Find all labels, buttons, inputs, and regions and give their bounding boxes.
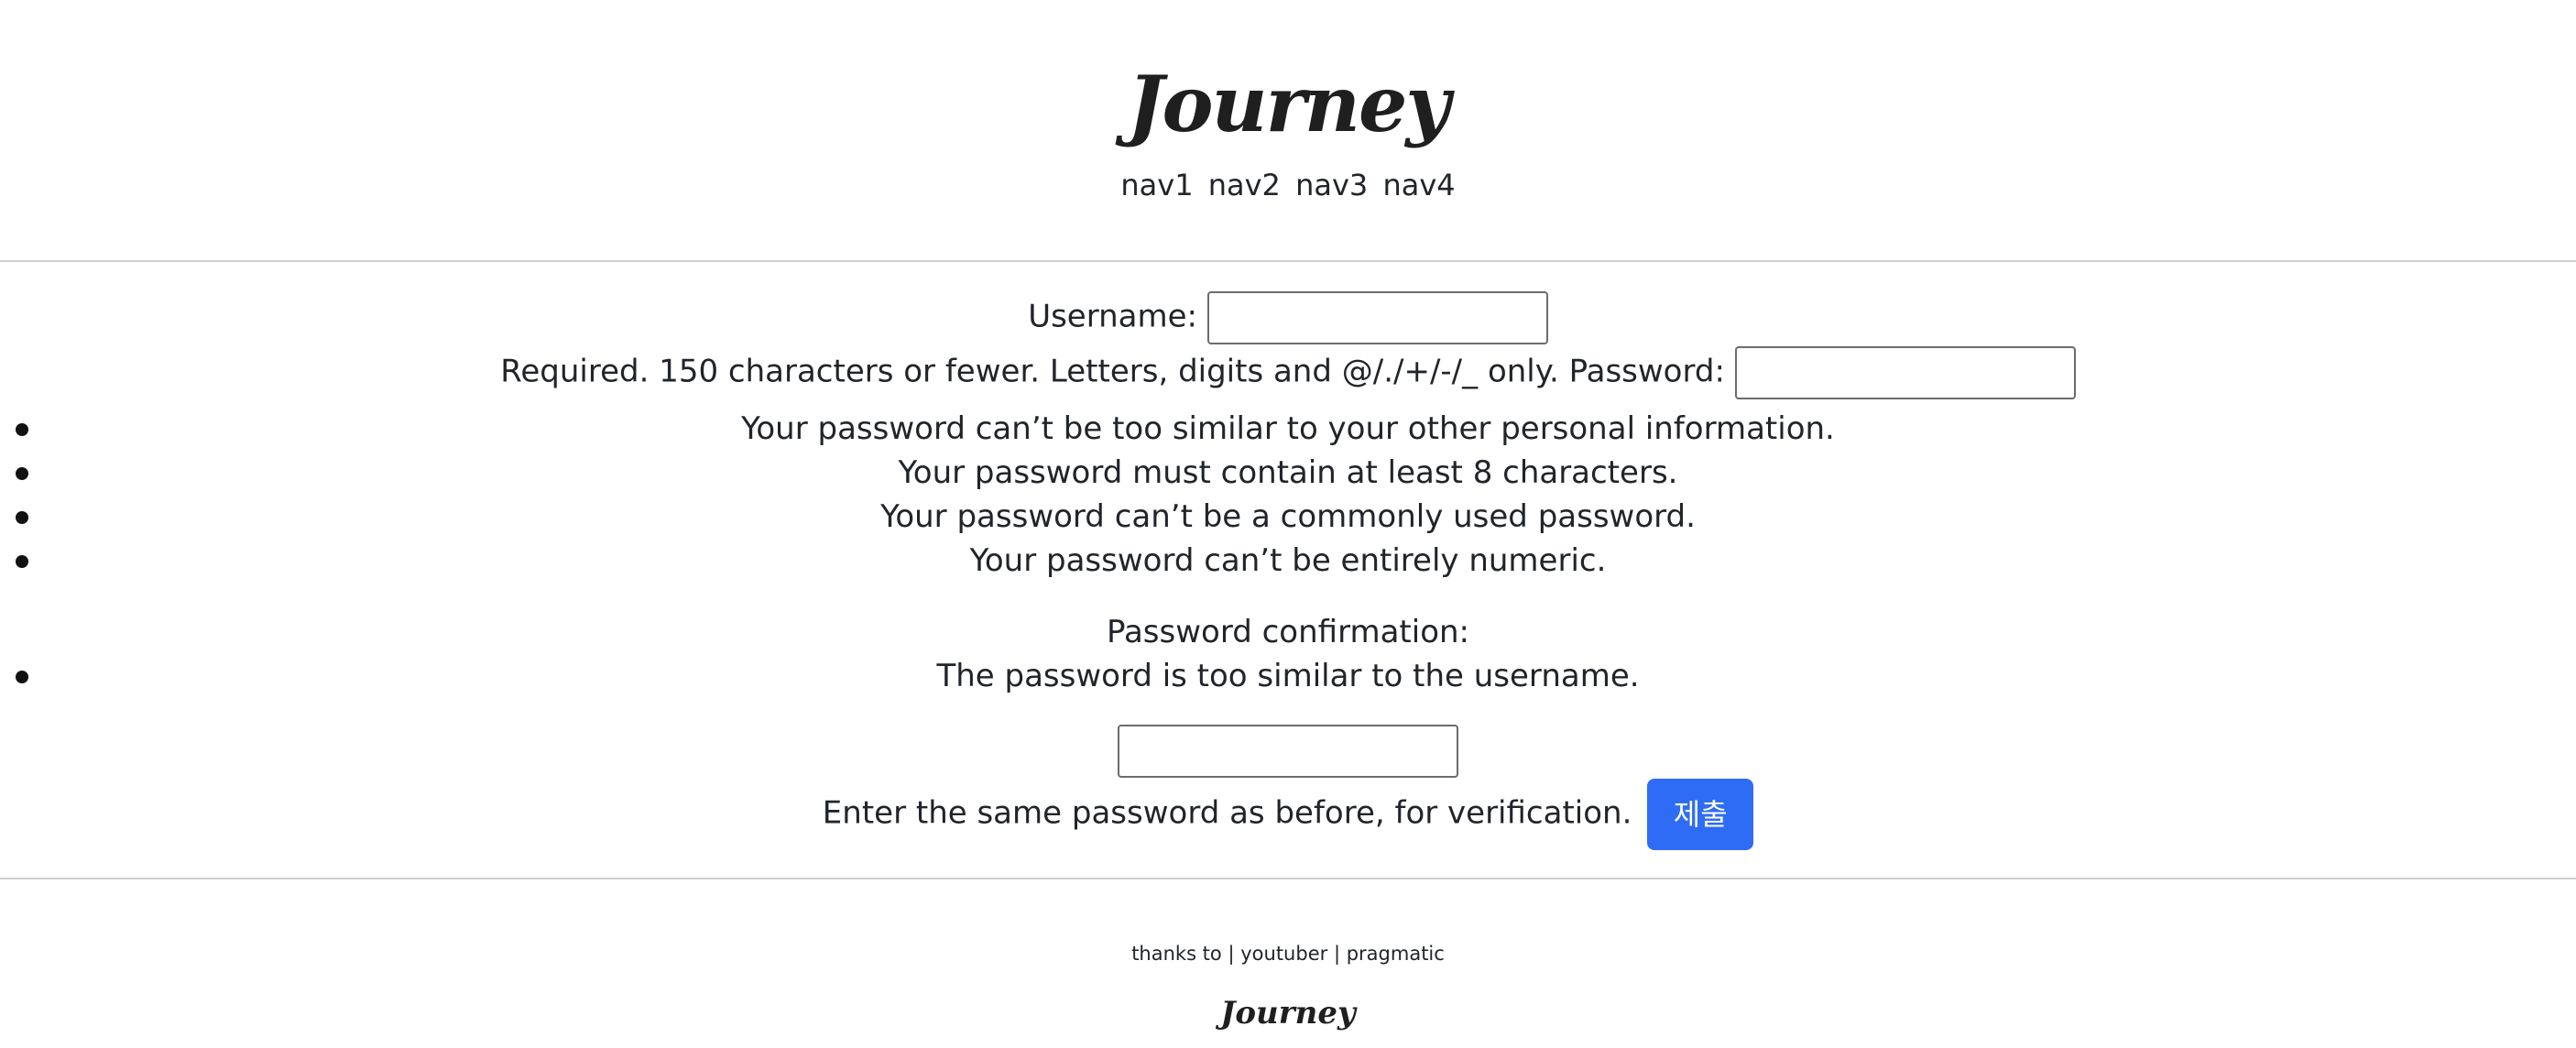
footer-link-pragmatic[interactable]: pragmatic [1347, 943, 1445, 965]
footer-link-youtuber[interactable]: youtuber [1240, 943, 1327, 965]
username-label: Username: [1028, 298, 1197, 335]
list-item: Your password can’t be too similar to yo… [0, 408, 2576, 450]
nav-link-2[interactable]: nav2 [1208, 168, 1281, 202]
confirm-input-row [0, 725, 2576, 778]
list-item: Your password can’t be entirely numeric. [0, 540, 2576, 582]
site-footer: thanks to | youtuber | pragmatic Journey [0, 879, 2576, 1048]
thanks-text: thanks to [1131, 943, 1222, 965]
password-confirm-input[interactable] [1118, 725, 1458, 778]
password-rule-text: Your password can’t be too similar to yo… [741, 410, 1835, 447]
footer-logo: Journey [1220, 995, 1356, 1032]
username-input[interactable] [1206, 291, 1548, 344]
password-rule-text: Your password can’t be a commonly used p… [880, 498, 1696, 535]
separator: | [1228, 943, 1235, 965]
list-item: Your password can’t be a commonly used p… [0, 496, 2576, 538]
password-confirm-label: Password confirmation: [1107, 614, 1469, 650]
bullet-icon [16, 671, 28, 683]
bullet-icon [16, 511, 28, 524]
separator: | [1333, 943, 1341, 965]
username-help-text: Required. 150 characters or fewer. Lette… [500, 353, 1559, 390]
password-rule-text: Your password can’t be entirely numeric. [969, 542, 1607, 579]
password-rule-text: Your password must contain at least 8 ch… [898, 454, 1678, 491]
username-row: Username: [0, 291, 2576, 344]
site-header: Journey nav1 nav2 nav3 nav4 [0, 0, 2576, 262]
site-logo[interactable]: Journey [0, 0, 2576, 152]
password-row: Required. 150 characters or fewer. Lette… [0, 346, 2576, 399]
password-label: Password: [1568, 353, 1725, 390]
main-nav: nav1 nav2 nav3 nav4 [0, 165, 2576, 205]
confirm-help-text: Enter the same password as before, for v… [822, 794, 1632, 832]
nav-link-3[interactable]: nav3 [1295, 168, 1368, 202]
list-item: Your password must contain at least 8 ch… [0, 452, 2576, 494]
password-input[interactable] [1734, 346, 2076, 399]
bullet-icon [16, 467, 28, 480]
list-item: The password is too similar to the usern… [0, 655, 2576, 697]
footer-credits: thanks to | youtuber | pragmatic [0, 940, 2576, 967]
submit-button[interactable]: 제출 [1647, 779, 1754, 850]
submit-row: Enter the same password as before, for v… [0, 779, 2576, 850]
confirm-error-text: The password is too similar to the usern… [936, 658, 1640, 694]
signup-form: Username: Required. 150 characters or fe… [0, 262, 2576, 879]
confirm-label-row: Password confirmation: [0, 611, 2576, 653]
bullet-icon [16, 555, 28, 568]
bullet-icon [16, 423, 28, 436]
nav-link-1[interactable]: nav1 [1120, 168, 1193, 202]
nav-link-4[interactable]: nav4 [1382, 168, 1455, 202]
